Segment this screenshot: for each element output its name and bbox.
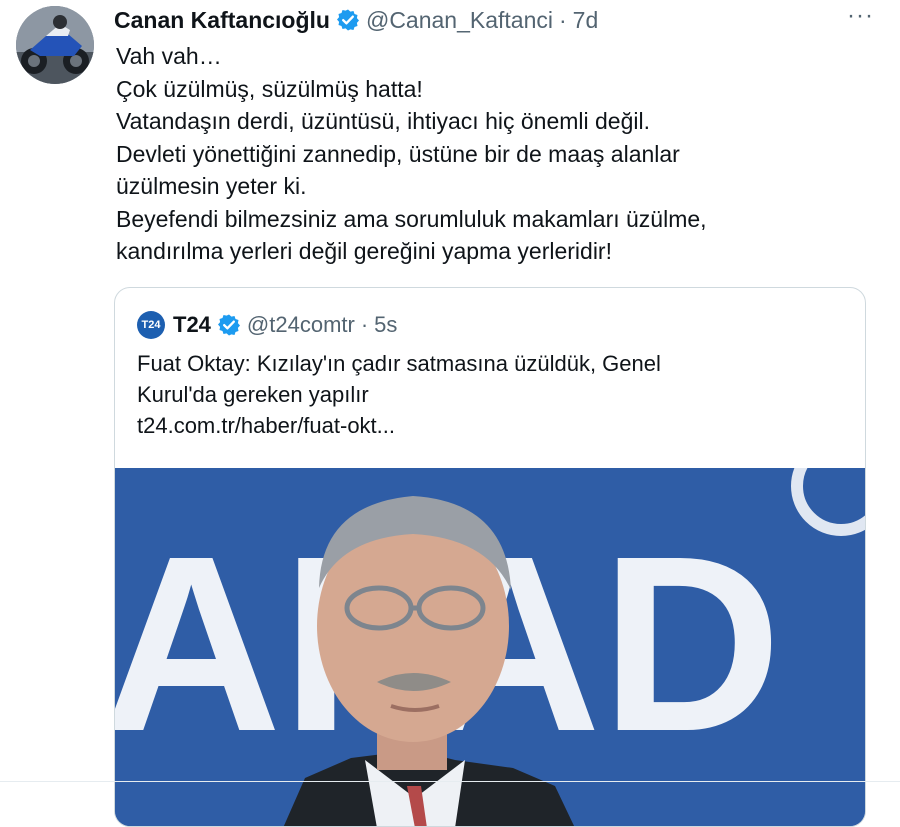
quoted-tweet-image[interactable]: AFAD: [115, 468, 865, 826]
author-handle[interactable]: @Canan_Kaftanci: [366, 7, 553, 34]
news-photo: AFAD: [115, 468, 865, 826]
tweet-text-line: üzülmesin yeter ki.: [116, 173, 307, 199]
quoted-tweet-card[interactable]: T24 T24 @t24comtr · 5s Fuat Oktay: Kızıl…: [114, 287, 866, 827]
tweet-text: Vah vah… Çok üzülmüş, süzülmüş hatta! Va…: [116, 40, 856, 268]
more-options-icon[interactable]: ···: [847, 2, 874, 30]
tweet-time[interactable]: 7d: [573, 7, 599, 34]
quoted-author-handle[interactable]: @t24comtr: [247, 312, 355, 338]
quoted-text-line: Fuat Oktay: Kızılay'ın çadır satmasına ü…: [137, 351, 661, 376]
quoted-link[interactable]: t24.com.tr/haber/fuat-okt...: [137, 410, 847, 441]
tweet-text-line: Çok üzülmüş, süzülmüş hatta!: [116, 75, 423, 102]
motorcycle-avatar-image: [16, 6, 94, 84]
quoted-tweet-header: T24 T24 @t24comtr · 5s: [137, 310, 397, 340]
tweet-header: Canan Kaftancıoğlu @Canan_Kaftanci · 7d: [114, 2, 598, 38]
tweet-text-line: Vah vah…: [116, 43, 222, 69]
t24-logo-avatar[interactable]: T24: [137, 311, 165, 339]
separator-dot: ·: [559, 6, 567, 33]
verified-badge-icon: [336, 9, 359, 31]
tweet-text-line: Beyefendi bilmezsiniz ama sorumluluk mak…: [116, 205, 707, 232]
verified-badge-icon: [217, 314, 240, 336]
quoted-text-line: Kurul'da gereken yapılır: [137, 382, 369, 407]
tweet-text-line: Devleti yönettiğini zannedip, üstüne bir…: [116, 140, 680, 167]
separator-dot: ·: [360, 312, 369, 337]
bottom-divider: [0, 781, 900, 782]
author-name[interactable]: Canan Kaftancıoğlu: [114, 7, 330, 34]
tweet-text-line: kandırılma yerleri değil gereğini yapma …: [116, 238, 612, 264]
quoted-tweet-time[interactable]: 5s: [374, 312, 397, 338]
quoted-tweet-text: Fuat Oktay: Kızılay'ın çadır satmasına ü…: [137, 348, 847, 441]
tweet-text-line: Vatandaşın derdi, üzüntüsü, ihtiyacı hiç…: [116, 108, 650, 134]
quoted-author-name[interactable]: T24: [173, 312, 211, 338]
avatar[interactable]: [16, 6, 94, 84]
